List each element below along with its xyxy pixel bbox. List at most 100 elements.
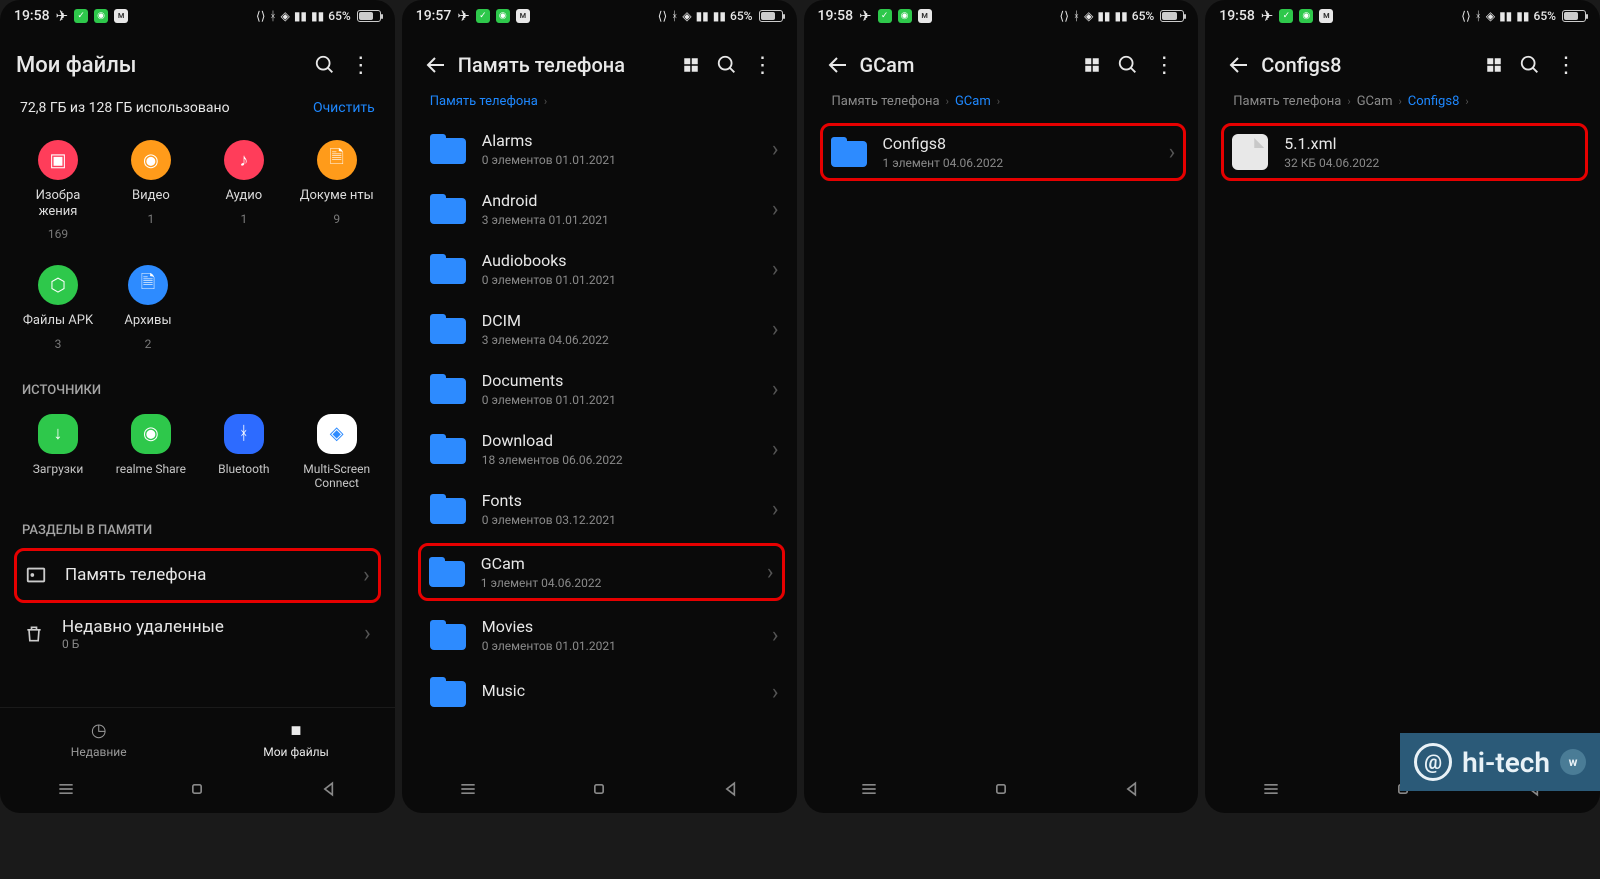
overflow-menu-icon[interactable]: ⋮ <box>1146 47 1182 83</box>
crumb-root[interactable]: Память телефона <box>430 94 538 109</box>
src-multiscreen[interactable]: ◈ Multi-Screen Connect <box>297 414 377 491</box>
overflow-menu-icon[interactable]: ⋮ <box>745 47 781 83</box>
item-name: Configs8 <box>883 134 1153 153</box>
status-badge-2: ◉ <box>496 9 510 23</box>
item-meta: 1 элемент 04.06.2022 <box>481 576 751 590</box>
breadcrumb: Память телефона › GCam › Configs8 › <box>1205 92 1600 119</box>
item-name: DCIM <box>482 311 756 330</box>
nav-back-icon[interactable] <box>319 779 339 799</box>
crumb-configs8[interactable]: Configs8 <box>1408 94 1460 109</box>
nav-menu-icon[interactable] <box>859 779 879 799</box>
overflow-menu-icon[interactable]: ⋮ <box>1548 47 1584 83</box>
cat-docs[interactable]: 🗎 Докуме нты 9 <box>297 140 377 241</box>
battery-pct: 65% <box>1534 9 1556 23</box>
bluetooth-icon: ᚼ <box>1073 9 1080 23</box>
overflow-menu-icon[interactable]: ⋮ <box>343 47 379 83</box>
nav-menu-icon[interactable] <box>56 779 76 799</box>
item-meta: 0 элементов 01.01.2021 <box>482 639 756 653</box>
status-bar: 19:57 ✈ ✓ ◉ м ⟨⟩ ᚼ ◈ ▮▮ ▮▮ 65% <box>402 0 797 32</box>
video-icon: ◉ <box>131 140 171 180</box>
folder-row[interactable]: Documents0 элементов 01.01.2021› <box>402 359 797 419</box>
folder-row[interactable]: Configs81 элемент 04.06.2022› <box>820 123 1187 181</box>
back-button[interactable] <box>820 47 856 83</box>
back-button[interactable] <box>418 47 454 83</box>
clock-icon: ◷ <box>91 720 107 741</box>
chevron-right-icon: › <box>1169 140 1176 165</box>
src-downloads[interactable]: ↓ Загрузки <box>18 414 98 491</box>
folder-row[interactable]: Download18 элементов 06.06.2022› <box>402 419 797 479</box>
tab-label: Мои файлы <box>263 745 329 759</box>
crumb-gcam[interactable]: GCam <box>955 94 991 109</box>
sources-grid: ↓ Загрузки ◉ realme Share ᚼ Bluetooth ◈ … <box>0 408 395 509</box>
src-realme-share[interactable]: ◉ realme Share <box>111 414 191 491</box>
nav-home-icon[interactable] <box>991 779 1011 799</box>
grid-view-icon[interactable] <box>1476 47 1512 83</box>
breadcrumb: Память телефона › <box>402 92 797 119</box>
item-name: Fonts <box>482 491 756 510</box>
battery-pct: 65% <box>1132 9 1154 23</box>
cat-archives[interactable]: 🗎 Архивы 2 <box>108 265 188 351</box>
folder-row[interactable]: DCIM3 элемента 04.06.2022› <box>402 299 797 359</box>
status-bar: 19:58 ✈ ✓ ◉ м ⟨⟩ ᚼ ◈ ▮▮ ▮▮ 65% <box>804 0 1199 32</box>
item-meta: 32 КБ 04.06.2022 <box>1284 156 1577 170</box>
folder-row[interactable]: Android3 элемента 01.01.2021› <box>402 179 797 239</box>
nfc-icon: ⟨⟩ <box>658 9 667 23</box>
src-bluetooth[interactable]: ᚼ Bluetooth <box>204 414 284 491</box>
folder-row[interactable]: Audiobooks0 элементов 01.01.2021› <box>402 239 797 299</box>
nav-menu-icon[interactable] <box>1261 779 1281 799</box>
nav-menu-icon[interactable] <box>458 779 478 799</box>
page-title: GCam <box>860 53 1075 77</box>
status-badge-3: м <box>1319 9 1333 23</box>
folder-row[interactable]: Alarms0 элементов 01.01.2021› <box>402 119 797 179</box>
tab-recent[interactable]: ◷ Недавние <box>0 708 197 771</box>
file-row[interactable]: 5.1.xml32 КБ 04.06.2022 <box>1221 123 1588 181</box>
nav-back-icon[interactable] <box>721 779 741 799</box>
screen-gcam: 19:58 ✈ ✓ ◉ м ⟨⟩ ᚼ ◈ ▮▮ ▮▮ 65% GCam ⋮ Па… <box>804 0 1199 813</box>
chevron-right-icon: › <box>997 95 1000 108</box>
bottom-nav: ◷ Недавние ■ Мои файлы <box>0 707 395 771</box>
watermark: @ hi-tech w <box>1400 733 1600 791</box>
crumb-root[interactable]: Память телефона <box>832 94 940 109</box>
grid-view-icon[interactable] <box>673 47 709 83</box>
folder-icon <box>430 314 466 344</box>
crumb-gcam[interactable]: GCam <box>1357 94 1393 109</box>
status-badge-2: ◉ <box>898 9 912 23</box>
src-label: Bluetooth <box>204 462 284 476</box>
item-label: Память телефона <box>65 565 345 585</box>
folder-row[interactable]: Fonts0 элементов 03.12.2021› <box>402 479 797 539</box>
nav-home-icon[interactable] <box>187 779 207 799</box>
clear-button[interactable]: Очистить <box>313 100 375 116</box>
item-meta: 0 элементов 01.01.2021 <box>482 393 756 407</box>
back-button[interactable] <box>1221 47 1257 83</box>
chevron-right-icon: › <box>1398 95 1401 108</box>
chevron-right-icon: › <box>772 257 779 282</box>
search-icon[interactable] <box>709 47 745 83</box>
item-meta: 3 элемента 04.06.2022 <box>482 333 756 347</box>
signal-icon: ▮▮ <box>696 9 709 23</box>
search-icon[interactable] <box>1512 47 1548 83</box>
cat-apk[interactable]: ⬡ Файлы APK 3 <box>18 265 98 351</box>
folder-icon <box>430 254 466 284</box>
crumb-root[interactable]: Память телефона <box>1233 94 1341 109</box>
folder-row[interactable]: Music› <box>402 665 797 719</box>
nfc-icon: ⟨⟩ <box>1461 9 1470 23</box>
status-time: 19:58 <box>1219 8 1255 24</box>
cat-video[interactable]: ◉ Видео 1 <box>111 140 191 241</box>
grid-view-icon[interactable] <box>1074 47 1110 83</box>
folder-row[interactable]: GCam1 элемент 04.06.2022› <box>418 543 785 601</box>
cat-audio[interactable]: ♪ Аудио 1 <box>204 140 284 241</box>
search-icon[interactable] <box>307 47 343 83</box>
cat-label: Изобра жения <box>18 188 98 219</box>
item-name: Documents <box>482 371 756 390</box>
cat-images[interactable]: ▣ Изобра жения 169 <box>18 140 98 241</box>
recent-deleted-item[interactable]: Недавно удаленные 0 Б › <box>0 603 395 665</box>
nav-home-icon[interactable] <box>589 779 609 799</box>
page-title: Configs8 <box>1261 53 1476 77</box>
section-sources: ИСТОЧНИКИ <box>0 369 395 408</box>
item-name: Audiobooks <box>482 251 756 270</box>
tab-my-files[interactable]: ■ Мои файлы <box>197 708 394 771</box>
folder-row[interactable]: Movies0 элементов 01.01.2021› <box>402 605 797 665</box>
search-icon[interactable] <box>1110 47 1146 83</box>
nav-back-icon[interactable] <box>1122 779 1142 799</box>
phone-storage-item[interactable]: Память телефона › <box>14 548 381 603</box>
